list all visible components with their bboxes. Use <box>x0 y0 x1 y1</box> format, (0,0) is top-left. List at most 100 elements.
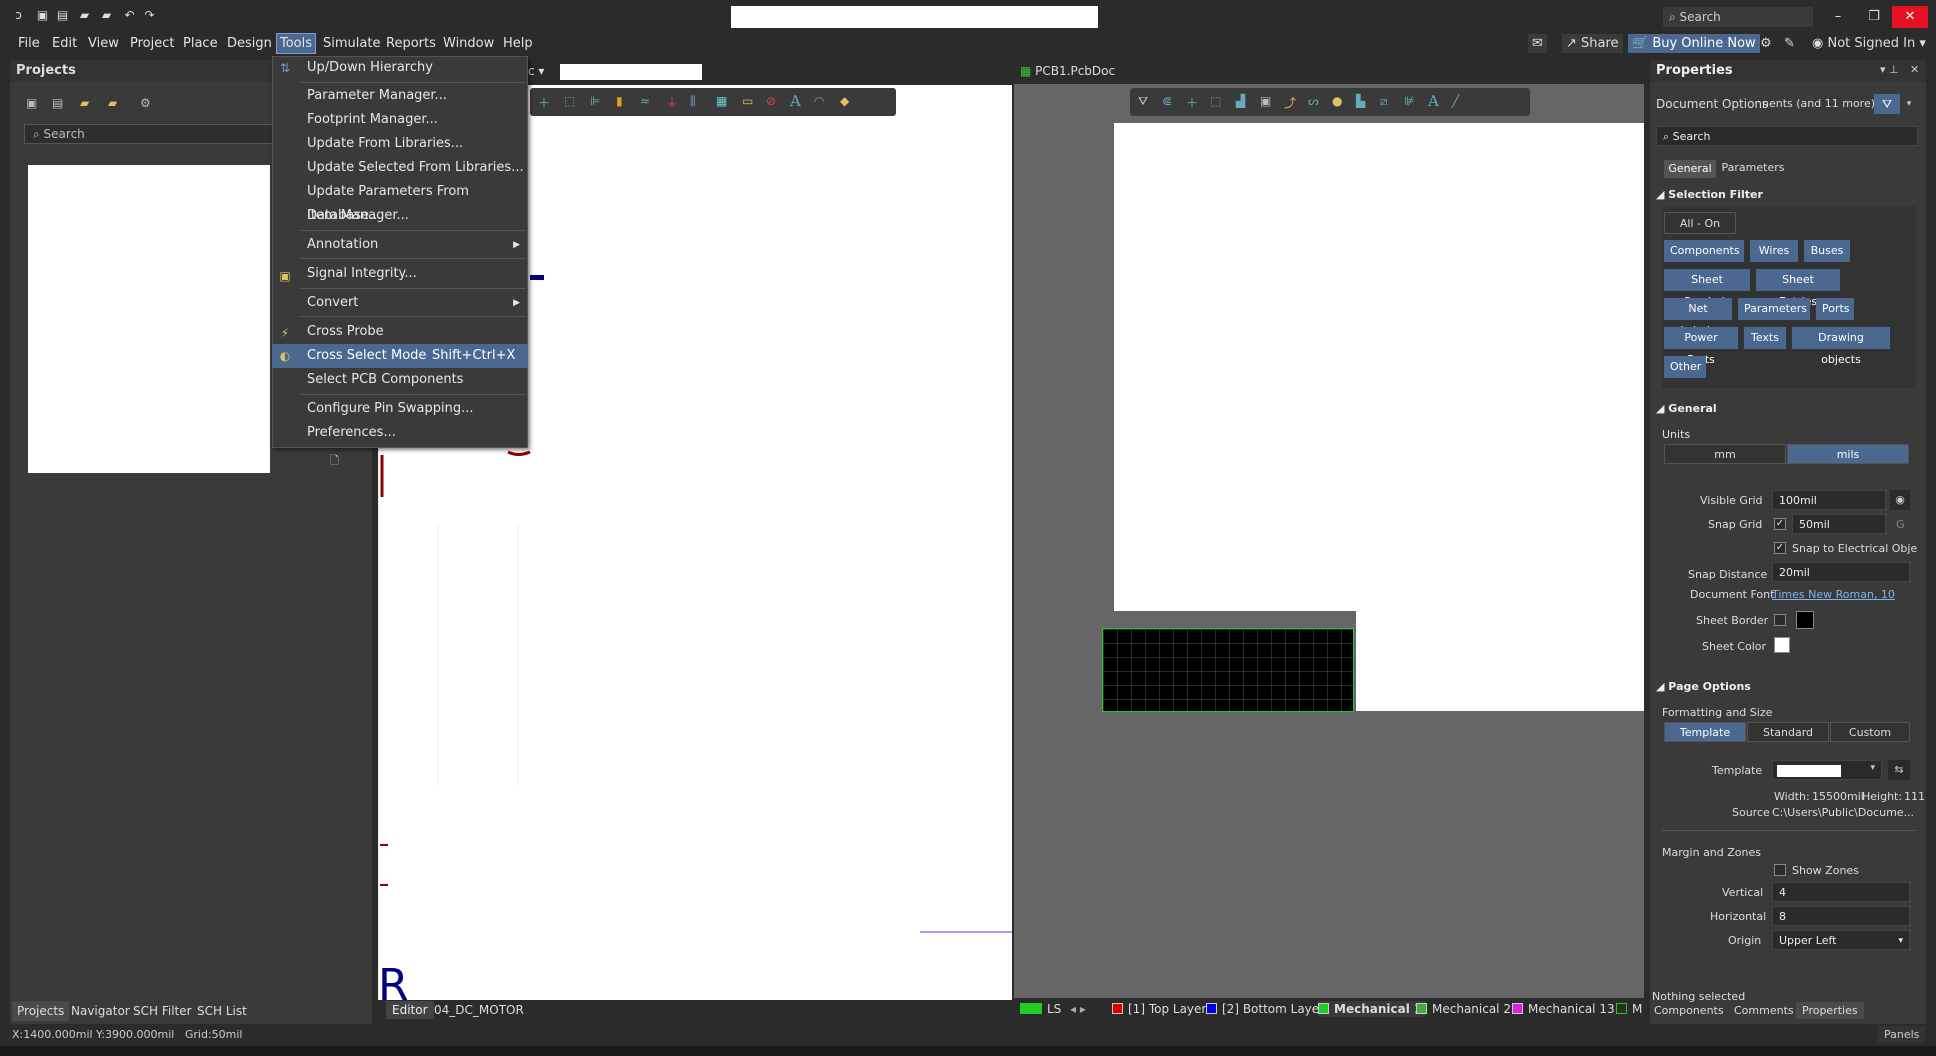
menu-file[interactable]: File <box>15 34 43 53</box>
close-icon[interactable]: ✕ <box>1892 6 1928 28</box>
snap-grid-field[interactable]: 50mil <box>1792 514 1886 534</box>
component-icon[interactable]: ▮ <box>616 94 623 108</box>
open-project-icon[interactable]: ▰ <box>100 9 113 22</box>
menu-item-footprint-manager[interactable]: Footprint Manager... <box>272 108 528 132</box>
projects-search-input[interactable]: ⌕ Search <box>24 124 274 144</box>
filter-chip-buses[interactable]: Buses <box>1804 240 1850 262</box>
tab-editor[interactable]: Editor <box>386 1001 434 1019</box>
layer-tab-mechanical-13[interactable]: Mechanical 13 <box>1512 1001 1615 1017</box>
align-icon[interactable]: ⊫ <box>590 94 600 108</box>
menu-item-parameter-manager[interactable]: Parameter Manager... <box>272 84 528 108</box>
general-heading[interactable]: ◢ General <box>1656 402 1717 415</box>
menu-item-item-manager[interactable]: Item Manager... <box>272 204 528 228</box>
menu-item-select-pcb-components[interactable]: Select PCB Components <box>272 368 528 392</box>
project-folder-icon[interactable]: ▰ <box>80 96 89 110</box>
filter-chip-ports[interactable]: Ports <box>1816 298 1854 320</box>
interactive-route-icon[interactable]: ⤴ <box>1284 94 1296 111</box>
menu-window[interactable]: Window <box>440 34 497 53</box>
layer-tab-top[interactable]: [1] Top Layer <box>1112 1001 1206 1017</box>
document-font-link[interactable]: Times New Roman, 10 <box>1772 588 1895 601</box>
tab-parameters[interactable]: Parameters <box>1718 160 1788 178</box>
tab-projects[interactable]: Projects <box>12 1001 70 1021</box>
schematic-doc-selector[interactable]: c ▾ <box>528 64 544 78</box>
string-icon[interactable]: A <box>1428 92 1439 110</box>
minimize-icon[interactable]: – <box>1820 6 1856 28</box>
filter-chip-components[interactable]: Components <box>1664 240 1744 262</box>
panel-settings-icon[interactable]: ⚙ <box>140 96 151 110</box>
menu-view[interactable]: View <box>85 34 122 53</box>
arc-icon[interactable]: ◠ <box>814 94 824 108</box>
compile-icon[interactable]: ▤ <box>52 96 63 110</box>
select-area-icon[interactable]: ⬚ <box>564 94 575 108</box>
text-icon[interactable]: A <box>790 92 801 110</box>
notification-icon[interactable]: ✉ <box>1528 34 1547 53</box>
crosshair-icon[interactable]: ＋ <box>1186 94 1198 111</box>
diff-pair-icon[interactable]: ᔕ <box>1308 94 1319 108</box>
format-custom-option[interactable]: Custom <box>1830 722 1910 742</box>
filter-dropdown-icon[interactable]: ▾ <box>1902 94 1916 114</box>
menu-item-convert[interactable]: Convert ▶ <box>272 291 528 315</box>
via-icon[interactable]: ● <box>1332 94 1342 108</box>
menu-simulate[interactable]: Simulate <box>320 34 383 53</box>
panel-menu-icon[interactable]: ▾ ⊥ <box>1880 63 1899 76</box>
filter-all-on-button[interactable]: All - On <box>1664 212 1736 234</box>
sheet-border-color-swatch[interactable] <box>1796 611 1814 629</box>
pcb-board-outline[interactable] <box>1102 628 1354 712</box>
layer-tab-bottom[interactable]: [2] Bottom Layer <box>1206 1001 1324 1017</box>
sheet-color-swatch[interactable] <box>1774 637 1790 653</box>
add-icon[interactable]: ＋ <box>538 94 550 111</box>
component-icon[interactable]: ▣ <box>1260 94 1271 108</box>
vertical-zones-field[interactable]: 4 <box>1772 882 1910 902</box>
bus-icon[interactable]: ⫼ <box>690 94 696 109</box>
page-options-heading[interactable]: ◢ Page Options <box>1656 680 1751 693</box>
user-account-button[interactable]: ◉ Not Signed In ▾ <box>1808 34 1930 53</box>
show-zones-checkbox[interactable] <box>1774 864 1786 876</box>
menu-item-update-parameters-from-database[interactable]: Update Parameters From Database... <box>272 180 528 223</box>
open-folder-icon[interactable]: ▰ <box>108 96 117 110</box>
tab-sch-filter[interactable]: SCH Filter <box>128 1001 197 1021</box>
properties-search-input[interactable]: ⌕ Search <box>1656 126 1918 146</box>
filter-chip-power-ports[interactable]: Power Ports <box>1664 327 1738 366</box>
layer-set-indicator[interactable]: LS <box>1020 1001 1061 1017</box>
menu-reports[interactable]: Reports <box>383 34 439 53</box>
sheet-border-checkbox[interactable] <box>1774 614 1786 626</box>
tab-comments[interactable]: Comments <box>1734 1004 1794 1017</box>
port-icon[interactable]: ▭ <box>742 94 753 108</box>
layer-tab-mechanical-2[interactable]: Mechanical 2 <box>1416 1001 1511 1017</box>
share-button[interactable]: ↗ Share <box>1562 34 1623 53</box>
redo-icon[interactable]: ↷ <box>143 9 156 22</box>
panels-button[interactable]: Panels <box>1878 1026 1926 1043</box>
select-area-icon[interactable]: ⬚ <box>1210 94 1221 108</box>
filter-chip-net-labels[interactable]: Net Labels <box>1664 298 1732 337</box>
tab-navigator[interactable]: Navigator <box>66 1001 135 1021</box>
menu-item-cross-select-mode[interactable]: Cross Select Mode Shift+Ctrl+X <box>272 344 528 368</box>
pcb-doc-tab[interactable]: ▦ PCB1.PcbDoc <box>1020 60 1115 82</box>
menu-item-configure-pin-swapping[interactable]: Configure Pin Swapping... <box>272 397 528 421</box>
menu-help[interactable]: Help <box>500 34 536 53</box>
format-standard-option[interactable]: Standard <box>1747 722 1829 742</box>
line-icon[interactable]: ╱ <box>1452 94 1459 108</box>
filter-icon[interactable]: ⛛ <box>1874 94 1900 114</box>
save-project-icon[interactable]: ▣ <box>26 96 37 110</box>
template-dropdown[interactable]: ▾ <box>1772 760 1882 780</box>
panel-close-icon[interactable]: ✕ <box>1910 63 1919 76</box>
eye-icon[interactable]: ◉ <box>1890 490 1910 510</box>
visible-grid-field[interactable]: 100mil <box>1772 490 1886 510</box>
snap-electrical-checkbox[interactable]: ✓ <box>1774 542 1786 554</box>
format-template-option[interactable]: Template <box>1664 722 1746 742</box>
keepout-icon[interactable]: ⧄ <box>1380 94 1388 109</box>
fill-icon[interactable]: ▙ <box>1356 94 1365 108</box>
feedback-icon[interactable]: ✎ <box>1780 34 1799 53</box>
settings-gear-icon[interactable]: ⚙ <box>1756 34 1776 53</box>
sheet-symbol-icon[interactable]: ▦ <box>716 94 727 108</box>
tab-components[interactable]: Components <box>1654 1004 1724 1017</box>
no-erc-icon[interactable]: ⊘ <box>766 94 776 108</box>
filter-chip-sheet-entries[interactable]: Sheet Entries <box>1756 269 1840 308</box>
menu-item-up-down-hierarchy[interactable]: Up/Down Hierarchy <box>272 56 528 80</box>
menu-item-cross-probe[interactable]: Cross Probe <box>272 320 528 344</box>
menu-tools[interactable]: Tools <box>275 33 317 54</box>
filter-icon[interactable]: ⛛ <box>1138 94 1148 109</box>
route-icon[interactable]: ⋐ <box>1162 94 1172 108</box>
menu-place[interactable]: Place <box>180 34 221 53</box>
snap-grid-checkbox[interactable]: ✓ <box>1774 518 1786 530</box>
